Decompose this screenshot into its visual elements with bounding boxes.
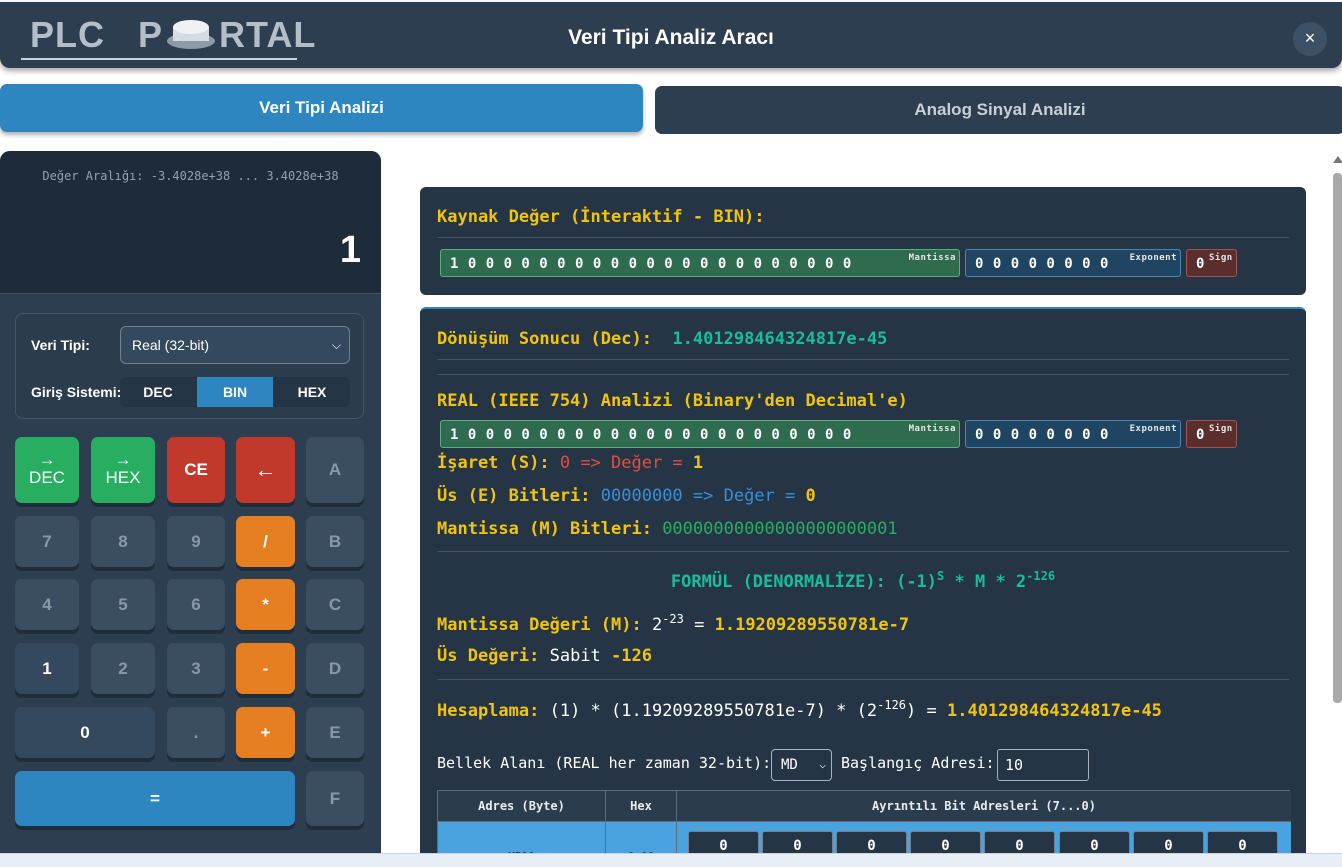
analysis-exponent-bits: 0 0 0 0 0 0 0 0 Exponent [965, 420, 1181, 448]
display-value: 1 [339, 229, 361, 271]
analysis-mantissa-bits: 1 0 0 0 0 0 0 0 0 0 0 0 0 0 0 0 0 0 0 0 … [440, 420, 960, 448]
input-system-group: DEC BIN HEX [120, 377, 350, 407]
tab-analog-sinyal-analizi[interactable]: Analog Sinyal Analizi [655, 86, 1342, 134]
app-header: PLC P RTAL Veri Tipi Analiz Aracı × [0, 2, 1342, 68]
analysis-panel: Kaynak Değer (İnteraktif - BIN): 1 0 0 0… [399, 151, 1342, 867]
to-hex-button[interactable]: → HEX [91, 437, 155, 503]
source-value-card: Kaynak Değer (İnteraktif - BIN): 1 0 0 0… [420, 187, 1306, 295]
key-4[interactable]: 4 [15, 579, 79, 630]
key-b[interactable]: B [306, 516, 364, 567]
mantissa-line: Mantissa (M) Bitleri: 000000000000000000… [437, 519, 898, 539]
value-range-text: Değer Aralığı: -3.4028e+38 ... 3.4028e+3… [42, 169, 339, 183]
result-card: Dönüşüm Sonucu (Dec): 1.401298464324817e… [420, 307, 1306, 867]
key-c[interactable]: C [306, 579, 364, 630]
key-f[interactable]: F [306, 771, 364, 826]
column-header-address: Adres (Byte) [438, 791, 606, 822]
mantissa-bits-input[interactable]: 1 0 0 0 0 0 0 0 0 0 0 0 0 0 0 0 0 0 0 0 … [440, 249, 960, 277]
key-d[interactable]: D [306, 643, 364, 694]
mantissa-value-line: Mantissa Değeri (M): 2-23 = 1.1920928955… [437, 612, 910, 635]
analysis-bit-row: 1 0 0 0 0 0 0 0 0 0 0 0 0 0 0 0 0 0 0 0 … [440, 420, 1240, 448]
calculator-display: Değer Aralığı: -3.4028e+38 ... 3.4028e+3… [0, 151, 381, 294]
key-e[interactable]: E [306, 707, 364, 758]
chevron-down-icon: ⌵ [331, 338, 341, 352]
equals-button[interactable]: = [15, 771, 295, 826]
key-5[interactable]: 5 [91, 579, 155, 630]
sign-line: İşaret (S): 0 => Değer = 1 [437, 453, 704, 473]
divide-button[interactable]: / [236, 516, 295, 567]
to-dec-label: DEC [29, 468, 65, 487]
mode-bin-button[interactable]: BIN [197, 377, 273, 407]
source-title: Kaynak Değer (İnteraktif - BIN): [437, 207, 765, 227]
arrow-right-icon: → [38, 450, 56, 469]
start-address-input[interactable]: 10 [997, 749, 1089, 781]
to-hex-label: HEX [105, 468, 141, 487]
exponent-tag: Exponent [1129, 253, 1177, 263]
mode-dec-button[interactable]: DEC [120, 377, 196, 407]
subtract-button[interactable]: - [236, 643, 295, 694]
taskbar [0, 853, 1342, 867]
content-scrollbar[interactable] [1333, 173, 1342, 703]
key-1[interactable]: 1 [15, 643, 79, 694]
analysis-sign-bit: 0 Sign [1186, 420, 1237, 448]
exponent-value-line: Üs Değeri: Sabit -126 [437, 646, 652, 666]
scroll-up-arrow-icon[interactable] [1333, 156, 1342, 163]
decimal-point-button[interactable]: . [167, 707, 225, 758]
tab-veri-tipi-analizi[interactable]: Veri Tipi Analizi [0, 84, 643, 132]
result-label: Dönüşüm Sonucu (Dec): [437, 329, 652, 349]
chevron-down-icon: ⌵ [819, 758, 826, 771]
calculation-line: Hesaplama: (1) * (1.19209289550781e-7) *… [437, 698, 1162, 721]
sign-bit-input[interactable]: 0 Sign [1186, 249, 1237, 277]
mantissa-tag: Mantissa [908, 253, 956, 263]
source-bit-row: 1 0 0 0 0 0 0 0 0 0 0 0 0 0 0 0 0 0 0 0 … [440, 249, 1240, 277]
memory-area-select[interactable]: MD ⌵ [771, 749, 832, 781]
arrow-right-icon: → [114, 450, 132, 469]
page-title: Veri Tipi Analiz Aracı [568, 26, 774, 49]
formula-line: FORMÜL (DENORMALİZE): (-1)S * M * 2-126 [670, 569, 1056, 592]
memory-area-label: Bellek Alanı (REAL her zaman 32-bit): [437, 754, 772, 772]
key-7[interactable]: 7 [15, 516, 79, 567]
data-type-select[interactable]: Real (32-bit) ⌵ [120, 326, 350, 364]
key-0[interactable]: 0 [15, 707, 155, 758]
result-value: 1.401298464324817e-45 [672, 329, 888, 349]
data-type-value: Real (32-bit) [132, 337, 210, 353]
backspace-button[interactable]: ← [236, 437, 295, 503]
input-system-label: Giriş Sistemi: [31, 384, 122, 400]
mode-hex-button[interactable]: HEX [274, 377, 350, 407]
exponent-line: Üs (E) Bitleri: 00000000 => Değer = 0 [437, 486, 816, 506]
to-dec-button[interactable]: → DEC [15, 437, 79, 503]
multiply-button[interactable]: * [236, 579, 295, 630]
key-2[interactable]: 2 [91, 643, 155, 694]
calculator-panel: Değer Aralığı: -3.4028e+38 ... 3.4028e+3… [0, 151, 381, 867]
sign-tag: Sign [1209, 253, 1233, 263]
data-type-label: Veri Tipi: [31, 337, 90, 353]
key-6[interactable]: 6 [167, 579, 225, 630]
key-8[interactable]: 8 [91, 516, 155, 567]
start-address-label: Başlangıç Adresi: [841, 754, 995, 772]
close-icon: × [1304, 28, 1316, 48]
column-header-hex: Hex [606, 791, 677, 822]
close-button[interactable]: × [1293, 22, 1327, 56]
key-a[interactable]: A [306, 437, 364, 503]
exponent-bits-input[interactable]: 0 0 0 0 0 0 0 0 Exponent [965, 249, 1181, 277]
settings-box: Veri Tipi: Real (32-bit) ⌵ Giriş Sistemi… [15, 313, 364, 419]
analysis-title: REAL (IEEE 754) Analizi (Binary'den Deci… [437, 391, 908, 411]
add-button[interactable]: + [236, 707, 295, 758]
backspace-icon: ← [254, 457, 277, 482]
ce-button[interactable]: CE [167, 437, 225, 503]
key-9[interactable]: 9 [167, 516, 225, 567]
column-header-bits: Ayrıntılı Bit Adresleri (7...0) [677, 791, 1291, 822]
key-3[interactable]: 3 [167, 643, 225, 694]
